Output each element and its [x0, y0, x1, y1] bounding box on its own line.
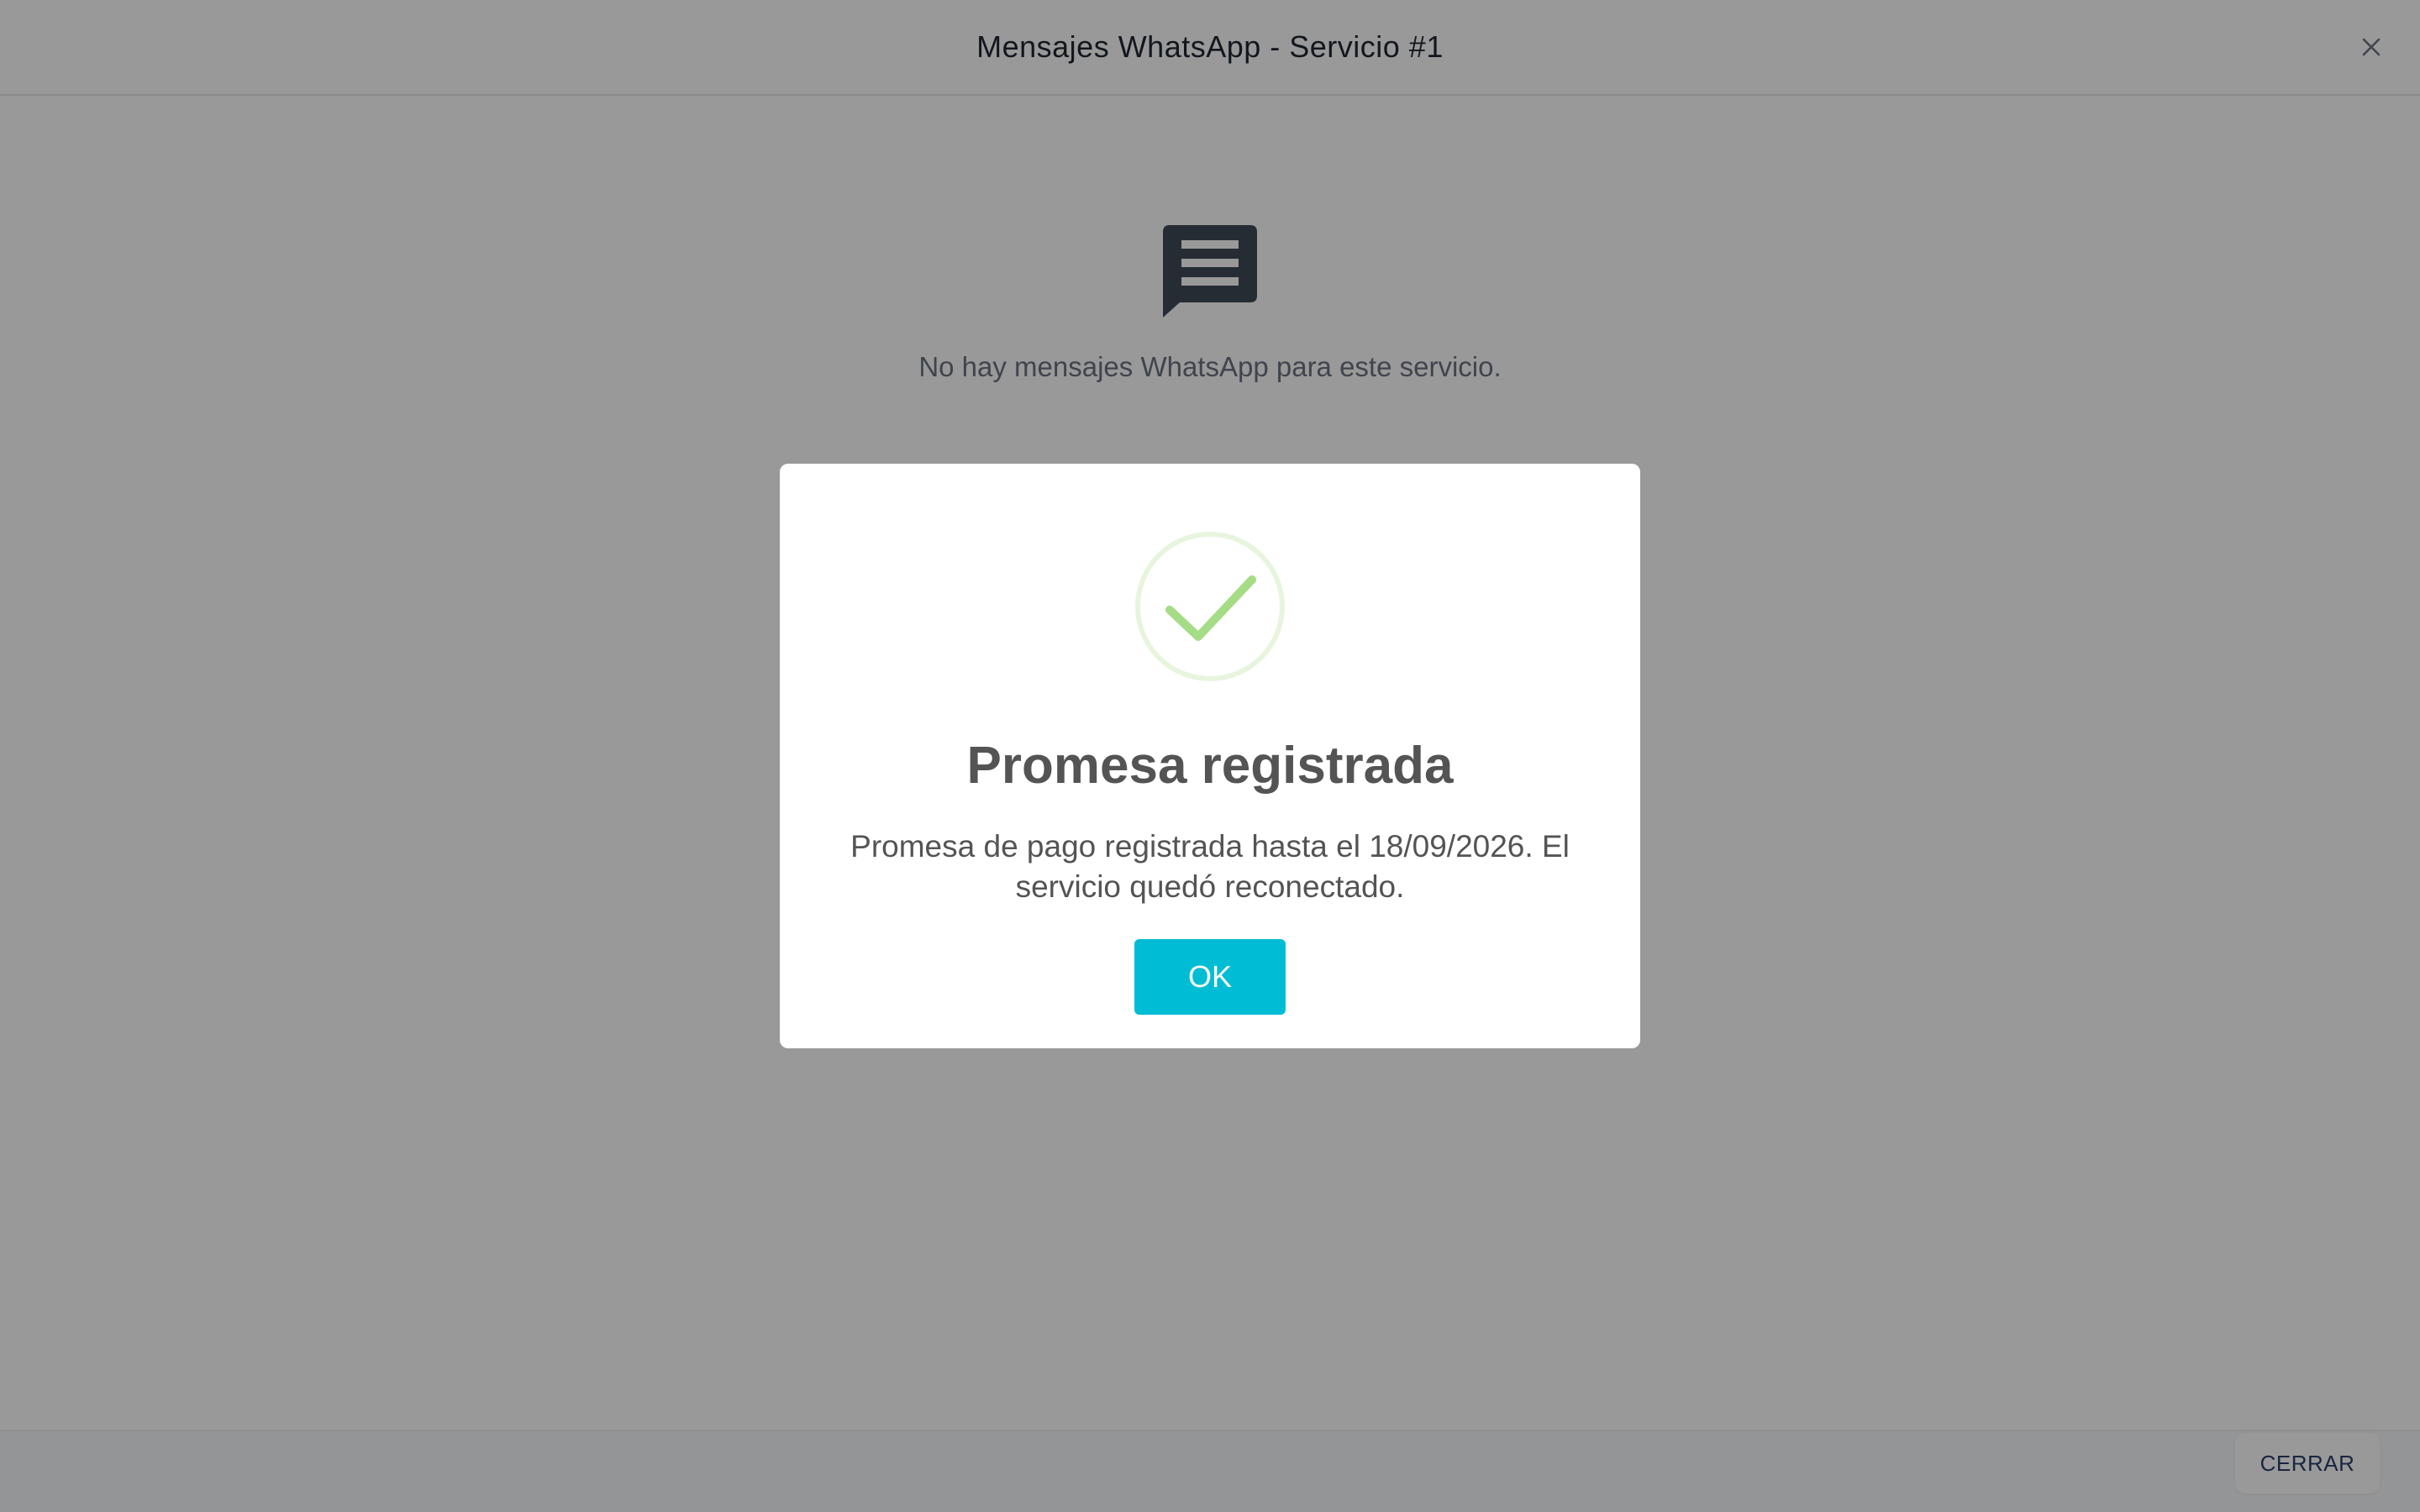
- success-check-icon: [1134, 531, 1286, 682]
- success-alert-dialog: Promesa registrada Promesa de pago regis…: [780, 464, 1640, 1048]
- ok-button[interactable]: OK: [1134, 939, 1286, 1015]
- dialog-title: Promesa registrada: [966, 737, 1454, 795]
- dialog-message: Promesa de pago registrada hasta el 18/0…: [850, 829, 1570, 904]
